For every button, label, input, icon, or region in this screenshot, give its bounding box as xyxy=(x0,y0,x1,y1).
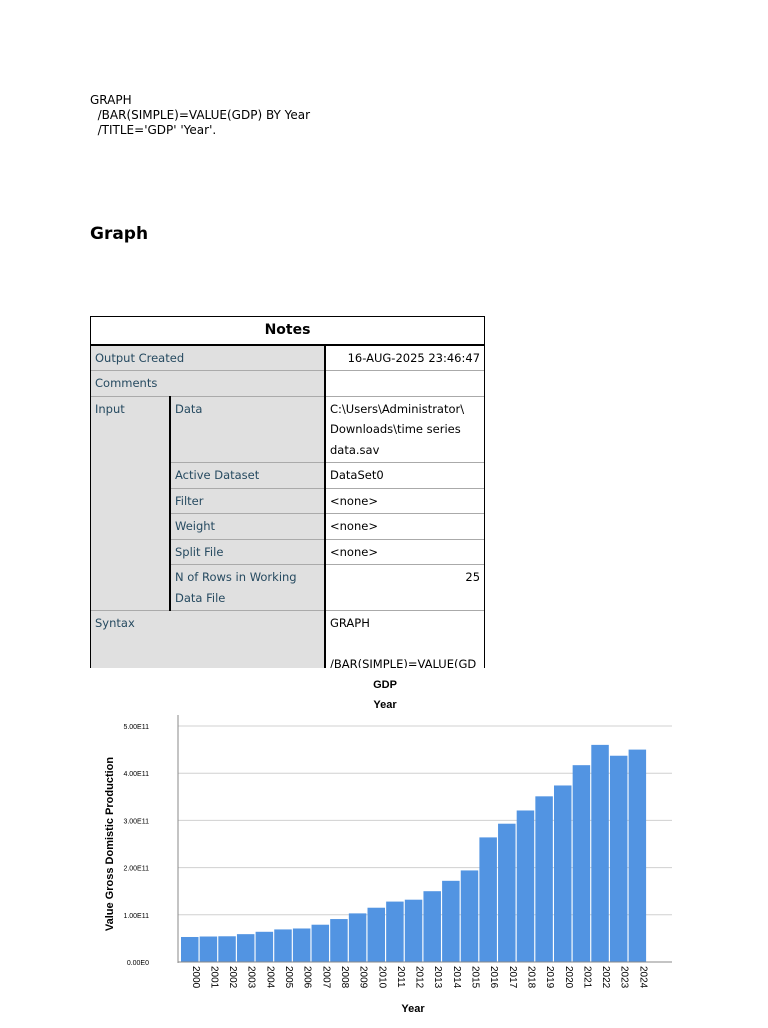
bar-2001 xyxy=(199,936,218,962)
chart-title: GDP xyxy=(373,679,397,691)
bar-2014 xyxy=(442,880,460,962)
bar-2013 xyxy=(423,891,441,962)
bar-2016 xyxy=(479,837,497,962)
x-tick-label: 2021 xyxy=(581,966,592,989)
x-tick-label: 2022 xyxy=(600,966,611,989)
bar-2019 xyxy=(535,796,553,962)
weight-value: <none> xyxy=(323,513,484,539)
active-dataset-value: DataSet0 xyxy=(323,462,484,488)
y-tick-label: 0.00E0 xyxy=(127,960,149,967)
x-tick-label: 2010 xyxy=(376,966,387,989)
bar-2006 xyxy=(292,928,311,962)
output-created-value: 16-AUG-2025 23:46:47 xyxy=(323,344,484,371)
bar-2004 xyxy=(255,931,274,962)
syntax-line: /BAR(SIMPLE)=VALUE(GDP) BY Year xyxy=(90,108,311,122)
x-tick-label: 2014 xyxy=(451,966,462,989)
output-created-label: Output Created xyxy=(91,344,325,371)
bar-2005 xyxy=(274,929,292,962)
bar-2012 xyxy=(404,899,423,962)
y-axis-label: Value Gross Domistic Production xyxy=(104,757,116,931)
bar-2003 xyxy=(236,934,255,962)
chart-subtitle: Year xyxy=(373,699,397,711)
x-tick-label: 2004 xyxy=(264,966,275,989)
split-file-value: <none> xyxy=(323,538,484,565)
syntax-line: GRAPH xyxy=(90,93,132,107)
x-tick-label: 2018 xyxy=(525,966,536,989)
x-tick-label: 2020 xyxy=(563,966,574,989)
syntax-value-line: /BAR(SIMPLE)=VALUE(GDP) BY Year xyxy=(330,656,477,669)
bar-2011 xyxy=(386,901,404,962)
bar-2010 xyxy=(367,907,385,962)
bar-2007 xyxy=(311,924,330,962)
bar-2020 xyxy=(554,785,572,962)
x-tick-label: 2013 xyxy=(432,966,443,989)
bar-2009 xyxy=(348,913,367,962)
x-tick-label: 2007 xyxy=(320,966,331,989)
section-heading: Graph xyxy=(90,224,149,244)
notes-title: Notes xyxy=(91,317,484,346)
bar-2000 xyxy=(181,936,199,962)
x-tick-label: 2005 xyxy=(283,966,294,989)
y-tick-label: 2.00E11 xyxy=(123,866,149,873)
y-tick-label: 3.00E11 xyxy=(123,818,149,825)
x-tick-label: 2019 xyxy=(544,966,555,989)
notes-table: Notes Output Created 16-AUG-2025 23:46:47… xyxy=(90,316,485,668)
x-tick-label: 2000 xyxy=(190,966,201,989)
comments-label: Comments xyxy=(91,370,325,396)
x-tick-label: 2008 xyxy=(339,966,350,989)
data-value: C:\Users\Administrator\ Downloads\time s… xyxy=(323,395,484,463)
bar-2022 xyxy=(591,744,609,962)
bar-2002 xyxy=(218,936,236,962)
x-tick-label: 2012 xyxy=(414,966,425,989)
x-tick-label: 2001 xyxy=(208,966,219,989)
x-tick-label: 2017 xyxy=(507,966,518,989)
x-tick-label: 2002 xyxy=(227,966,238,989)
active-dataset-label: Active Dataset xyxy=(169,462,325,488)
n-rows-label: N of Rows in Working Data File xyxy=(169,564,325,611)
x-tick-label: 2003 xyxy=(246,966,257,989)
syntax-value-line: GRAPH xyxy=(330,616,370,630)
bar-2018 xyxy=(516,810,535,962)
input-label: Input xyxy=(91,395,170,611)
weight-label: Weight xyxy=(169,513,325,539)
syntax-line: /TITLE='GDP' 'Year'. xyxy=(90,123,217,137)
filter-value: <none> xyxy=(323,487,484,514)
bar-2024 xyxy=(628,749,647,962)
n-rows-value: 25 xyxy=(323,564,484,611)
syntax-value: GRAPH/BAR(SIMPLE)=VALUE(GDP) BY Year xyxy=(323,610,484,669)
chart-svg: GDP Year Year Value Gross Domistic Produ… xyxy=(104,679,672,1015)
data-label: Data xyxy=(169,395,325,463)
x-tick-label: 2016 xyxy=(488,966,499,989)
gdp-bar-chart: GDP Year Year Value Gross Domistic Produ… xyxy=(0,670,768,1024)
syntax-label: Syntax xyxy=(91,610,325,668)
x-tick-label: 2015 xyxy=(470,966,481,989)
split-file-label: Split File xyxy=(169,538,325,565)
x-tick-label: 2009 xyxy=(358,966,369,989)
filter-label: Filter xyxy=(169,487,325,514)
y-tick-label: 5.00E11 xyxy=(123,724,149,731)
x-axis-label: Year xyxy=(401,1003,425,1015)
x-tick-label: 2011 xyxy=(395,966,406,988)
bar-2008 xyxy=(330,919,348,962)
x-tick-label: 2006 xyxy=(302,966,313,989)
bar-2023 xyxy=(609,755,628,962)
y-tick-label: 1.00E11 xyxy=(123,913,149,920)
bar-2015 xyxy=(460,870,479,962)
bar-2021 xyxy=(572,765,591,962)
y-tick-label: 4.00E11 xyxy=(123,771,149,778)
x-tick-label: 2023 xyxy=(619,966,630,989)
syntax-block: GRAPH /BAR(SIMPLE)=VALUE(GDP) BY Year /T… xyxy=(90,93,310,138)
bar-2017 xyxy=(498,823,516,962)
comments-value xyxy=(323,370,484,396)
x-tick-label: 2024 xyxy=(637,966,648,989)
